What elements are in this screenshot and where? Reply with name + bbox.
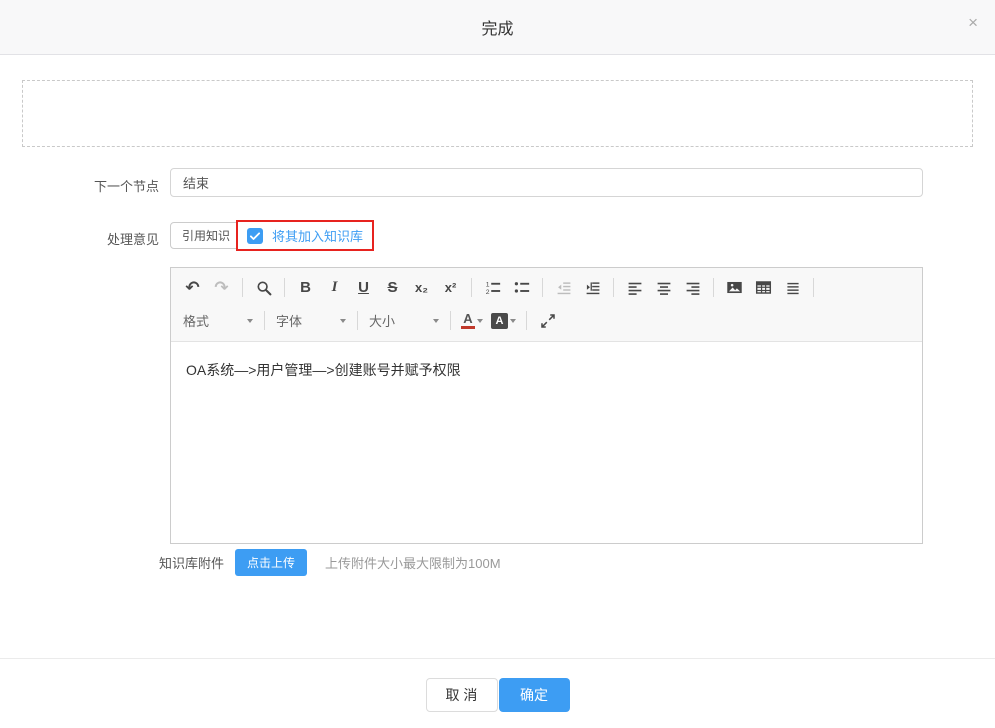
toolbar-separator <box>613 278 614 297</box>
numbered-list-icon[interactable]: 12 <box>480 276 505 300</box>
toolbar-row-1: ↶ ↷ B I U S x₂ x² 12 <box>178 271 915 304</box>
size-dropdown-label: 大小 <box>369 311 395 330</box>
close-icon[interactable]: × <box>968 14 978 31</box>
superscript-button[interactable]: x² <box>438 276 463 300</box>
background-color-icon: A <box>491 313 508 329</box>
quote-knowledge-button[interactable]: 引用知识 <box>170 222 242 249</box>
italic-button[interactable]: I <box>322 276 347 300</box>
strikethrough-button[interactable]: S <box>380 276 405 300</box>
complete-dialog: 完成 × 下一个节点 处理意见 引用知识 将其加入知识库 ↶ ↷ B I U <box>0 0 995 728</box>
search-icon[interactable] <box>251 276 276 300</box>
rich-text-editor: ↶ ↷ B I U S x₂ x² 12 <box>170 267 923 544</box>
confirm-button[interactable]: 确定 <box>499 678 570 712</box>
subscript-button[interactable]: x₂ <box>409 276 434 300</box>
editor-toolbar: ↶ ↷ B I U S x₂ x² 12 <box>171 268 922 342</box>
toolbar-separator <box>284 278 285 297</box>
toolbar-separator <box>542 278 543 297</box>
opinion-label: 处理意见 <box>0 229 159 248</box>
bold-button[interactable]: B <box>293 276 318 300</box>
toolbar-separator <box>242 278 243 297</box>
toolbar-separator <box>471 278 472 297</box>
check-icon <box>249 230 261 242</box>
flow-node-placeholder <box>22 80 973 147</box>
text-color-button[interactable]: A <box>461 312 483 329</box>
add-to-kb-highlight: 将其加入知识库 <box>236 220 374 251</box>
text-color-icon: A <box>461 312 475 329</box>
font-dropdown[interactable]: 字体 <box>271 311 351 330</box>
next-node-label: 下一个节点 <box>0 176 159 195</box>
redo-icon[interactable]: ↷ <box>209 276 234 300</box>
svg-text:2: 2 <box>486 289 490 296</box>
toolbar-separator <box>264 311 265 330</box>
toolbar-separator <box>813 278 814 297</box>
outdent-icon[interactable] <box>551 276 576 300</box>
maximize-icon[interactable] <box>535 309 560 333</box>
toolbar-row-2: 格式 字体 大小 A <box>178 304 915 337</box>
add-to-kb-label[interactable]: 将其加入知识库 <box>272 226 363 245</box>
align-center-icon[interactable] <box>651 276 676 300</box>
font-dropdown-label: 字体 <box>276 311 302 330</box>
toolbar-separator <box>357 311 358 330</box>
kb-attachment-label: 知识库附件 <box>159 553 224 572</box>
toolbar-separator <box>450 311 451 330</box>
upload-button[interactable]: 点击上传 <box>235 549 307 576</box>
bulleted-list-icon[interactable] <box>509 276 534 300</box>
chevron-down-icon <box>433 319 439 326</box>
format-dropdown-label: 格式 <box>183 311 209 330</box>
kb-attachment-row: 知识库附件 点击上传 上传附件大小最大限制为100M <box>159 549 501 576</box>
indent-icon[interactable] <box>580 276 605 300</box>
align-left-icon[interactable] <box>622 276 647 300</box>
toolbar-separator <box>713 278 714 297</box>
svg-text:1: 1 <box>486 281 490 288</box>
next-node-input[interactable] <box>170 168 923 197</box>
dialog-footer: 取 消 确定 <box>0 658 995 728</box>
cancel-button[interactable]: 取 消 <box>426 678 498 712</box>
underline-button[interactable]: U <box>351 276 376 300</box>
dialog-header: 完成 × <box>0 0 995 55</box>
table-icon[interactable] <box>751 276 776 300</box>
add-to-kb-checkbox[interactable] <box>247 228 263 244</box>
page-title: 完成 <box>481 15 513 39</box>
chevron-down-icon <box>510 319 516 326</box>
background-color-button[interactable]: A <box>491 313 516 329</box>
toolbar-separator <box>526 311 527 330</box>
chevron-down-icon <box>340 319 346 326</box>
upload-size-hint: 上传附件大小最大限制为100M <box>325 553 501 572</box>
chevron-down-icon <box>247 319 253 326</box>
format-dropdown[interactable]: 格式 <box>178 311 258 330</box>
undo-icon[interactable]: ↶ <box>180 276 205 300</box>
align-right-icon[interactable] <box>680 276 705 300</box>
size-dropdown[interactable]: 大小 <box>364 311 444 330</box>
horizontal-rule-icon[interactable] <box>780 276 805 300</box>
image-icon[interactable] <box>722 276 747 300</box>
chevron-down-icon <box>477 319 483 326</box>
editor-content[interactable]: OA系统—>用户管理—>创建账号并赋予权限 <box>171 342 922 545</box>
